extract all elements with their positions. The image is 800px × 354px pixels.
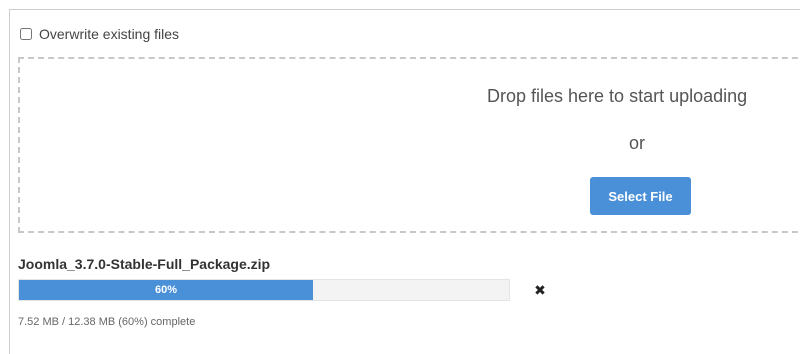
dropzone-or-text: or [629,133,646,153]
select-file-button[interactable]: Select File [590,177,691,215]
upload-file-name: Joomla_3.7.0-Stable-Full_Package.zip [18,256,271,272]
upload-progress-fill: 60% [19,280,313,300]
upload-progress-label: 60% [154,284,178,296]
overwrite-option[interactable]: Overwrite existing files [20,24,179,44]
overwrite-checkbox[interactable] [20,28,32,40]
upload-progress-bar: 60% [18,279,510,301]
cancel-upload-button[interactable]: ✖ [532,281,548,299]
close-icon: ✖ [534,281,546,298]
dropzone-prompt: Drop files here to start uploading [487,86,748,106]
upload-status-text: 7.52 MB / 12.38 MB (60%) complete [18,316,196,328]
overwrite-label: Overwrite existing files [39,26,180,42]
